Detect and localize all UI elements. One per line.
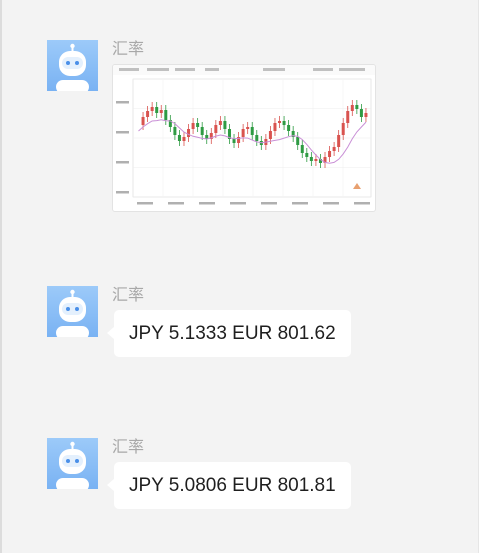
candle-body [146,111,150,117]
y-tick-glyph [116,191,129,194]
candle-body [155,107,159,113]
message-bubble[interactable]: JPY 5.0806 EUR 801.81 [107,462,351,509]
y-tick-glyph [116,161,129,164]
candle-body [282,121,286,125]
candle-body [164,110,168,120]
header-glyph [119,68,139,71]
candle-body [159,110,163,113]
sender-name: 汇率 [112,437,145,456]
candle-body [268,131,272,139]
x-tick-glyph [261,202,277,205]
message-text: JPY 5.1333 EUR 801.62 [129,323,336,344]
bot-avatar[interactable] [47,438,98,489]
x-tick-glyph [199,202,215,205]
candle-body [350,105,354,111]
sender-name: 汇率 [112,285,145,304]
candle-body [337,135,341,147]
candle-body [177,135,181,141]
candle-body [250,127,254,135]
candle-body [218,121,222,125]
header-glyph [205,68,219,71]
candle-body [182,137,186,141]
candle-body [246,127,250,129]
header-glyph [263,68,285,71]
header-glyph [313,68,333,71]
candle-body [305,153,309,157]
candle-body [278,121,282,123]
candle-body [328,151,332,157]
candle-body [314,159,318,161]
candle-body [241,129,245,137]
candle-body [187,129,191,137]
robot-icon [56,289,89,337]
y-tick-glyph [116,101,129,104]
chart-image-message[interactable] [112,64,376,212]
candle-body [196,123,200,127]
header-glyph [147,68,169,71]
candlestick-chart-image [113,65,375,205]
candle-body [309,157,313,161]
candle-body [223,121,227,129]
x-tick-glyph [168,202,184,205]
candle-body [359,109,363,117]
candle-body [150,107,154,111]
x-tick-glyph [230,202,246,205]
message-text: JPY 5.0806 EUR 801.81 [129,475,336,496]
bot-avatar[interactable] [47,40,98,91]
chart-marker [353,183,361,189]
candle-body [273,123,277,131]
candle-body [173,127,177,135]
candle-body [341,123,345,135]
candle-body [346,111,350,123]
x-tick-glyph [137,202,153,205]
candle-body [232,139,236,143]
candle-body [191,123,195,129]
candle-body [214,125,218,133]
candle-body [355,105,359,109]
candle-body [255,135,259,141]
candle-body [141,117,145,125]
message-bubble[interactable]: JPY 5.1333 EUR 801.62 [107,310,351,357]
candle-body [200,127,204,135]
sender-name: 汇率 [112,39,145,58]
robot-icon [56,441,89,489]
candle-body [300,145,304,153]
x-tick-glyph [354,202,370,205]
header-glyph [339,68,365,71]
x-tick-glyph [323,202,339,205]
y-tick-glyph [116,131,129,134]
x-tick-glyph [292,202,308,205]
header-glyph [175,68,195,71]
robot-icon [56,43,89,91]
candle-body [296,137,300,145]
candle-body [287,125,291,131]
candle-body [332,147,336,151]
bot-avatar[interactable] [47,286,98,337]
candle-body [364,113,368,117]
window-left-border [0,0,2,553]
